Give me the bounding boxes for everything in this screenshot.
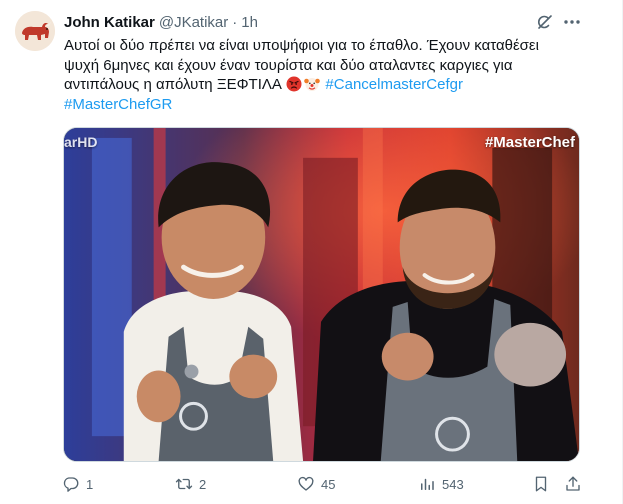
share-button[interactable]: [564, 472, 582, 496]
tweet-text-line: αντιπάλους η απόλυτη ΞΕΦΤΙΛΑ #Cancelmast…: [64, 75, 594, 95]
bookmark-icon: [535, 476, 547, 492]
display-name[interactable]: John Katikar: [64, 14, 155, 31]
bull-avatar-icon: [15, 11, 55, 51]
reply-button[interactable]: 1: [62, 472, 93, 496]
tweet-card[interactable]: John Katikar @JKatikar · 1h Αυτοί οι δύο…: [0, 0, 623, 504]
tweet-text-line: #MasterChefGR: [64, 95, 594, 115]
like-count: 45: [321, 476, 336, 492]
tweet-text-line: ψυχή 6μηνες και έχουν έναν τουρίστα και …: [64, 56, 513, 74]
tweet-text: Αυτοί οι δύο πρέπει να είναι υποψήφιοι γ…: [64, 36, 594, 114]
photo-image: [64, 128, 579, 461]
reply-count: 1: [86, 476, 94, 492]
tweet-text-line: Αυτοί οι δύο πρέπει να είναι υποψήφιοι γ…: [64, 37, 539, 54]
watermark-right: #MasterChef: [484, 134, 575, 151]
heart-icon: [298, 476, 314, 491]
views-button[interactable]: 543: [418, 472, 464, 496]
retweet-count: 2: [199, 476, 207, 492]
watermark-left: arHD: [64, 134, 98, 150]
tweet-text-fragment: αντιπάλους η απόλυτη ΞΕΦΤΙΛΑ: [64, 76, 282, 93]
grok-icon[interactable]: [535, 12, 555, 32]
hashtag-link[interactable]: #MasterChefGR: [64, 96, 172, 113]
separator-dot: ·: [232, 13, 238, 31]
reply-icon: [63, 477, 79, 492]
timestamp[interactable]: 1h: [241, 14, 258, 31]
share-icon: [566, 476, 580, 491]
like-button[interactable]: 45: [297, 472, 335, 496]
tweet-photo[interactable]: arHD #MasterChef: [63, 127, 580, 462]
angry-face-emoji: [286, 76, 302, 92]
clown-face-emoji: [304, 78, 321, 91]
tweet-actions: 1 2 45 543: [58, 472, 586, 496]
avatar[interactable]: [15, 11, 55, 51]
hashtag-link[interactable]: #CancelmasterCefgr: [325, 76, 463, 93]
retweet-icon: [175, 478, 193, 490]
user-handle[interactable]: @JKatikar: [159, 14, 228, 31]
more-options-icon[interactable]: [562, 12, 582, 32]
tweet-header: John Katikar @JKatikar · 1h: [64, 12, 258, 32]
retweet-button[interactable]: 2: [175, 472, 206, 496]
view-count: 543: [442, 476, 464, 492]
views-chart-icon: [421, 478, 434, 490]
bookmark-button[interactable]: [532, 472, 550, 496]
